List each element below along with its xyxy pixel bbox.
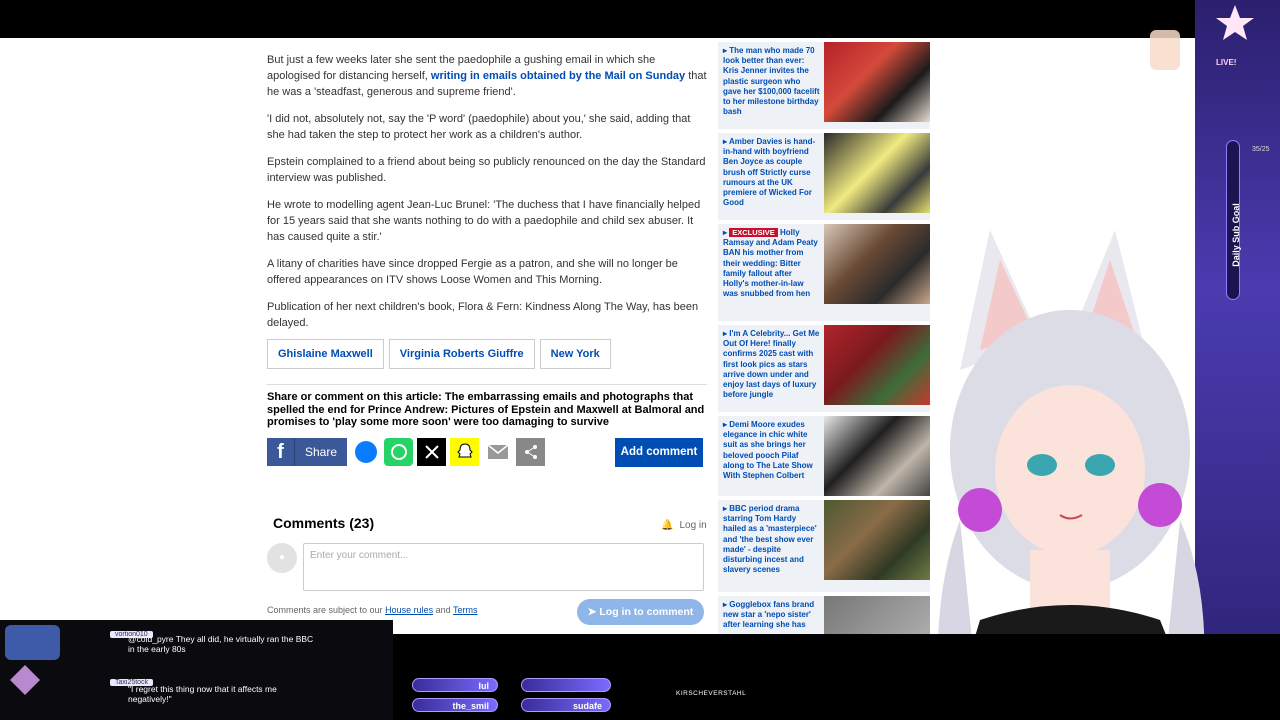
name-pill: the_smil [412, 698, 498, 712]
headline-text: Gogglebox fans brand new star a 'nepo si… [723, 600, 815, 630]
name-pill: sudafe [521, 698, 611, 712]
share-icon [524, 445, 537, 459]
chat-message: "I regret this thing now that it affects… [128, 684, 277, 704]
sidebar-headline: ▸ The man who made 70 look better than e… [723, 46, 820, 117]
name-pill-empty [521, 678, 611, 692]
comment-input[interactable]: Enter your comment... [303, 543, 704, 591]
tag-ghislaine-maxwell[interactable]: Ghislaine Maxwell [267, 339, 384, 369]
article-thumbnail [824, 325, 930, 405]
article-paragraph: A litany of charities have since dropped… [267, 258, 678, 286]
name-pill: lul [412, 678, 498, 692]
facebook-icon: f [267, 438, 295, 466]
sidebar-article[interactable]: ▸ I'm A Celebrity... Get Me Out Of Here!… [718, 325, 930, 412]
browser-top-bar [0, 0, 1280, 38]
article-thumbnail [824, 596, 930, 634]
share-buttons: f Share [267, 438, 546, 466]
comments-login-link[interactable]: 🔔 Log in [661, 520, 707, 531]
headline-text: I'm A Celebrity... Get Me Out Of Here! f… [723, 329, 820, 400]
bell-icon: 🔔 [661, 520, 674, 531]
facebook-share-button[interactable]: f Share [267, 438, 348, 466]
sidebar-article[interactable]: ▸ Gogglebox fans brand new star a 'nepo … [718, 596, 930, 634]
article-paragraph: But just a few weeks later she sent the … [267, 52, 707, 100]
article-thumbnail [824, 224, 930, 304]
article-paragraph: He wrote to modelling agent Jean-Luc Bru… [267, 199, 701, 243]
sidebar-article[interactable]: ▸ Demi Moore exudes elegance in chic whi… [718, 416, 930, 496]
live-badge: LIVE! [1216, 58, 1237, 67]
house-rules-link[interactable]: House rules [385, 605, 433, 615]
share-title: Share or comment on this article: The em… [267, 391, 705, 428]
terms-link[interactable]: Terms [453, 605, 478, 615]
sidebar-article[interactable]: ▸ Amber Davies is hand-in-hand with boyf… [718, 133, 930, 220]
gift-box-icon [5, 625, 60, 695]
sidebar-headline: ▸ Gogglebox fans brand new star a 'nepo … [723, 600, 815, 630]
tag-virginia-roberts-giuffre[interactable]: Virginia Roberts Giuffre [388, 339, 535, 369]
topic-tags: Ghislaine Maxwell Virginia Roberts Giuff… [267, 339, 611, 369]
comment-house-rules-note: Comments are subject to our House rules … [267, 605, 477, 615]
article-paragraph: 'I did not, absolutely not, say the 'P w… [267, 113, 691, 141]
snapchat-icon [456, 443, 473, 458]
headline-text: Amber Davies is hand-in-hand with boyfri… [723, 137, 816, 208]
article-thumbnail [824, 42, 930, 122]
star-decoration-icon [1150, 5, 1254, 70]
tag-new-york[interactable]: New York [539, 339, 611, 369]
sidebar-article[interactable]: ▸ BBC period drama starring Tom Hardy ha… [718, 500, 930, 592]
article-paragraph: Publication of her next children's book,… [267, 301, 699, 329]
sidebar-headline: ▸ Amber Davies is hand-in-hand with boyf… [723, 137, 816, 208]
messenger-icon [354, 441, 377, 463]
related-articles-sidebar: ▸ The man who made 70 look better than e… [718, 42, 930, 634]
sidebar-headline: ▸ I'm A Celebrity... Get Me Out Of Here!… [723, 329, 820, 400]
latest-follower: KIRSCHEVERSTAHL [676, 690, 747, 697]
divider [267, 384, 707, 385]
login-to-comment-label: Log in to comment [599, 606, 694, 618]
sidebar-article[interactable]: ▸ The man who made 70 look better than e… [718, 42, 930, 129]
article-paragraph: Epstein complained to a friend about bei… [267, 156, 706, 184]
facebook-share-label: Share [305, 445, 338, 459]
article-body: But just a few weeks later she sent the … [267, 52, 707, 342]
chat-message: @cold_pyre They all did, he virtually ra… [128, 634, 314, 654]
article-thumbnail [824, 500, 930, 580]
whatsapp-share-button[interactable] [384, 438, 414, 466]
article-thumbnail [824, 416, 930, 496]
email-icon [487, 444, 508, 459]
sidebar-headline: ▸ Demi Moore exudes elegance in chic whi… [723, 420, 813, 481]
whatsapp-icon [390, 444, 407, 460]
comments-title: Comments (23) [273, 515, 375, 531]
x-share-button[interactable] [417, 438, 447, 466]
more-share-button[interactable] [516, 438, 546, 466]
sidebar-headline: ▸ EXCLUSIVE Holly Ramsay and Adam Peaty … [723, 228, 818, 299]
add-comment-button[interactable]: Add comment [615, 438, 703, 467]
headline-text: Demi Moore exudes elegance in chic white… [723, 420, 813, 481]
send-icon: ➤ [587, 606, 600, 618]
sidebar-headline: ▸ BBC period drama starring Tom Hardy ha… [723, 504, 817, 575]
email-share-button[interactable] [483, 438, 513, 466]
login-label: Log in [679, 520, 707, 531]
headline-text: The man who made 70 look better than eve… [723, 46, 820, 117]
sidebar-article[interactable]: ▸ EXCLUSIVE Holly Ramsay and Adam Peaty … [718, 224, 930, 321]
stream-chat: vortion010 @cold_pyre They all did, he v… [0, 620, 393, 720]
article-thumbnail [824, 133, 930, 213]
sub-goal-label: Daily Sub Goal [1231, 203, 1241, 267]
sub-goal-count: 35/25 [1252, 146, 1270, 153]
avatar: ● [267, 543, 297, 573]
exclusive-badge: EXCLUSIVE [729, 228, 778, 237]
headline-text: BBC period drama starring Tom Hardy hail… [723, 504, 817, 575]
inline-article-link[interactable]: writing in emails obtained by the Mail o… [431, 70, 685, 82]
headline-text: Holly Ramsay and Adam Peaty BAN his moth… [723, 228, 818, 299]
snapchat-share-button[interactable] [450, 438, 480, 466]
note-text: and [433, 605, 453, 615]
login-to-comment-button[interactable]: ➤ Log in to comment [577, 599, 704, 625]
note-text: Comments are subject to our [267, 605, 386, 615]
messenger-share-button[interactable] [351, 438, 381, 466]
x-icon [424, 445, 439, 459]
